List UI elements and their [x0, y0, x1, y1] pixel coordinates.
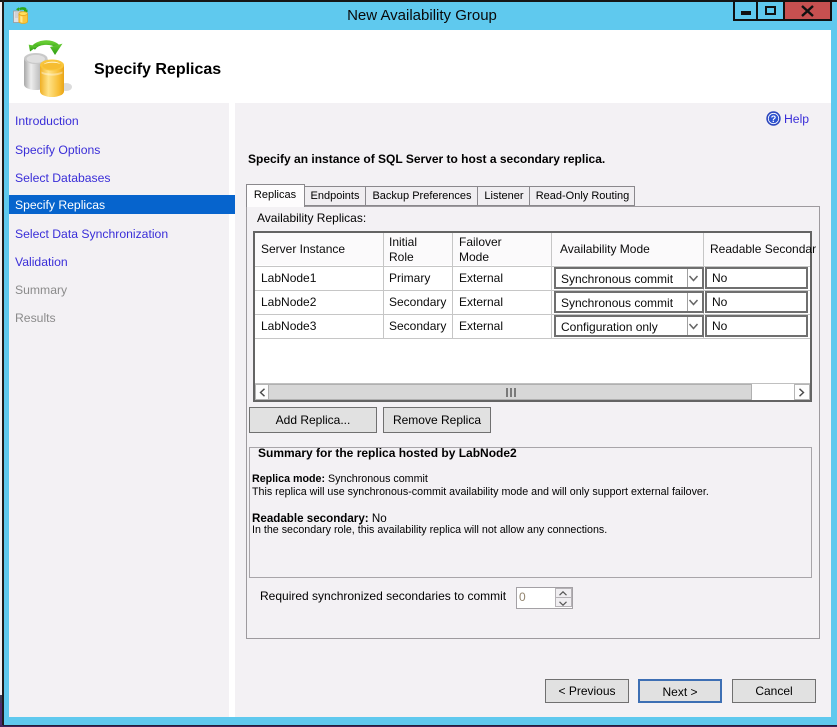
svg-text:?: ?	[771, 114, 777, 124]
